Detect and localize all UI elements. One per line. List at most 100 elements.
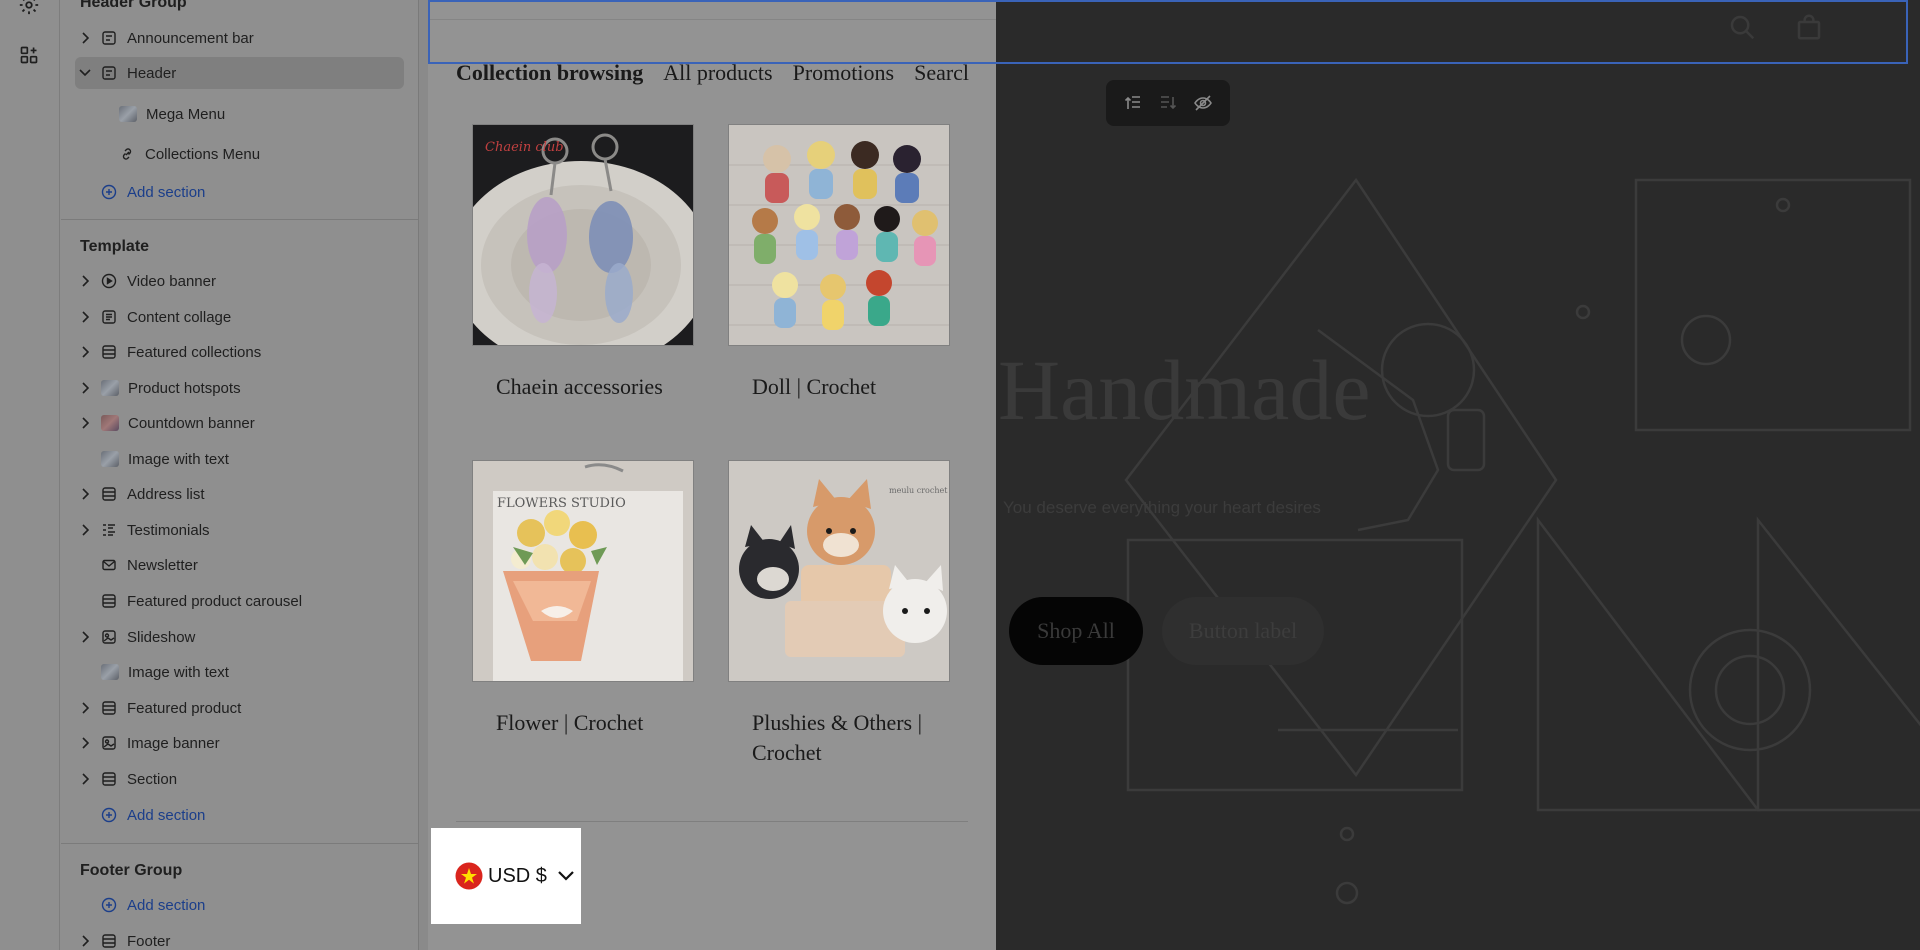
sidebar-item-label: Footer [127, 932, 171, 950]
sidebar-item-mega-menu[interactable]: Mega Menu [75, 98, 404, 130]
collection-title[interactable]: Flower | Crochet [472, 708, 696, 738]
collection-title[interactable]: Chaein accessories [472, 372, 696, 402]
section-icon [102, 345, 116, 359]
collection-card-flower-crochet[interactable]: FLOWERS STUDIO Flower | Crochet [472, 460, 696, 738]
add-section-button-template[interactable]: Add section [75, 799, 404, 831]
drawer-selection-outline [428, 0, 996, 64]
chevron-down-icon[interactable] [79, 67, 91, 79]
sidebar-item-newsletter[interactable]: Newsletter [75, 549, 404, 581]
move-up-icon[interactable] [1119, 89, 1147, 117]
chevron-right-icon[interactable] [79, 32, 91, 44]
dolls-photo[interactable] [728, 124, 950, 346]
sidebar-item-announcement-bar[interactable]: Announcement bar [75, 22, 404, 54]
sidebar-item-featured-product[interactable]: Featured product [75, 692, 404, 724]
link-icon [122, 148, 132, 160]
move-down-icon[interactable] [1154, 89, 1182, 117]
chevron-right-icon[interactable] [79, 524, 91, 536]
tab-search[interactable]: Searcl [914, 60, 969, 86]
collection-card-plushies-others[interactable]: meulu crochet Plushies & Others | Croche… [728, 460, 952, 768]
chevron-right-icon[interactable] [79, 737, 91, 749]
sidebar-item-content-collage[interactable]: Content collage [75, 301, 404, 333]
tab-promotions[interactable]: Promotions [793, 60, 894, 86]
currency-selector[interactable]: USD $ [431, 828, 581, 924]
list-icon [103, 524, 115, 536]
image-thumbnail [101, 415, 119, 431]
chevron-right-icon[interactable] [79, 631, 91, 643]
apps-icon[interactable] [16, 42, 42, 68]
collection-card-doll-crochet[interactable]: Doll | Crochet [728, 124, 952, 402]
currency-label: USD $ [488, 864, 547, 887]
sidebar-item-footer[interactable]: Footer [75, 925, 404, 950]
shop-all-button[interactable]: Shop All [1009, 597, 1143, 665]
sidebar-item-slideshow[interactable]: Slideshow [75, 621, 404, 653]
sidebar-item-featured-collections[interactable]: Featured collections [75, 336, 404, 368]
sidebar-item-featured-product-carousel[interactable]: Featured product carousel [75, 585, 404, 617]
photo-brand-text: Chaein club [485, 140, 564, 155]
sidebar-item-label: Testimonials [127, 521, 210, 539]
sidebar-item-video-banner[interactable]: Video banner [75, 265, 404, 297]
hero-subtitle: You deserve everything your heart desire… [1003, 498, 1321, 517]
section-icon [102, 594, 116, 608]
chevron-right-icon[interactable] [79, 346, 91, 358]
sidebar-item-label: Section [127, 770, 178, 788]
drawer-divider [456, 821, 968, 822]
chevron-right-icon[interactable] [79, 275, 91, 287]
editor-sidebar: Header Group Announcement bar Header Meg… [61, 0, 418, 950]
image-thumbnail [101, 451, 119, 467]
sidebar-item-label: Collections Menu [145, 145, 261, 163]
plush-brand-text: meulu crochet [889, 486, 948, 495]
sidebar-scrollbar[interactable] [418, 0, 428, 950]
plus-circle-icon [101, 807, 117, 823]
section-icon [102, 934, 116, 948]
chevron-right-icon[interactable] [79, 488, 91, 500]
chevron-right-icon[interactable] [79, 382, 91, 394]
cats-photo[interactable]: meulu crochet [728, 460, 950, 682]
chevron-right-icon[interactable] [79, 311, 91, 323]
slideshow-icon [102, 630, 116, 644]
sidebar-item-label: Content collage [127, 308, 232, 326]
sidebar-item-countdown-banner[interactable]: Countdown banner [75, 407, 404, 439]
image-thumbnail [101, 664, 119, 680]
tab-all-products[interactable]: All products [663, 60, 772, 86]
sidebar-item-product-hotspots[interactable]: Product hotspots [75, 372, 404, 404]
section-icon [102, 31, 116, 45]
secondary-button[interactable]: Button label [1162, 597, 1324, 665]
image-thumbnail [119, 106, 137, 122]
collection-card-chaein-accessories[interactable]: Chaein club Chaein accessories [472, 124, 696, 402]
sidebar-item-address-list[interactable]: Address list [75, 478, 404, 510]
tab-collection-browsing[interactable]: Collection browsing [456, 60, 643, 86]
add-section-button-header[interactable]: Add section [75, 176, 404, 208]
bouquet-photo[interactable]: FLOWERS STUDIO [472, 460, 694, 682]
sidebar-item-image-with-text-2[interactable]: Image with text [75, 656, 404, 688]
image-thumbnail [101, 380, 119, 396]
section-toolbar [1106, 80, 1230, 126]
add-section-label: Add section [127, 806, 206, 824]
sidebar-item-label: Product hotspots [128, 379, 241, 397]
keychain-photo[interactable]: Chaein club [472, 124, 694, 346]
plus-circle-icon [101, 184, 117, 200]
hide-icon[interactable] [1189, 89, 1217, 117]
text-block-icon [102, 310, 116, 324]
hero-title: Handmade [998, 342, 1371, 438]
settings-icon[interactable] [16, 0, 42, 18]
sidebar-item-label: Featured product carousel [127, 592, 303, 610]
add-section-label: Add section [127, 896, 206, 914]
sidebar-item-collections-menu[interactable]: Collections Menu [75, 138, 404, 170]
chevron-right-icon[interactable] [79, 773, 91, 785]
sidebar-item-label: Video banner [127, 272, 216, 290]
sidebar-item-testimonials[interactable]: Testimonials [75, 514, 404, 546]
sidebar-item-label: Mega Menu [146, 105, 226, 123]
vietnam-flag-icon [455, 862, 483, 890]
chevron-right-icon[interactable] [79, 702, 91, 714]
sidebar-item-image-banner[interactable]: Image banner [75, 727, 404, 759]
sidebar-item-label: Countdown banner [128, 414, 255, 432]
sidebar-item-label: Announcement bar [127, 29, 254, 47]
chevron-right-icon[interactable] [79, 935, 91, 947]
add-section-button-footer[interactable]: Add section [75, 889, 404, 921]
collection-title[interactable]: Doll | Crochet [728, 372, 952, 402]
chevron-right-icon[interactable] [79, 417, 91, 429]
sidebar-item-header[interactable]: Header [75, 57, 404, 89]
sidebar-item-image-with-text[interactable]: Image with text [75, 443, 404, 475]
sidebar-item-section[interactable]: Section [75, 763, 404, 795]
collection-title[interactable]: Plushies & Others | Crochet [728, 708, 952, 768]
